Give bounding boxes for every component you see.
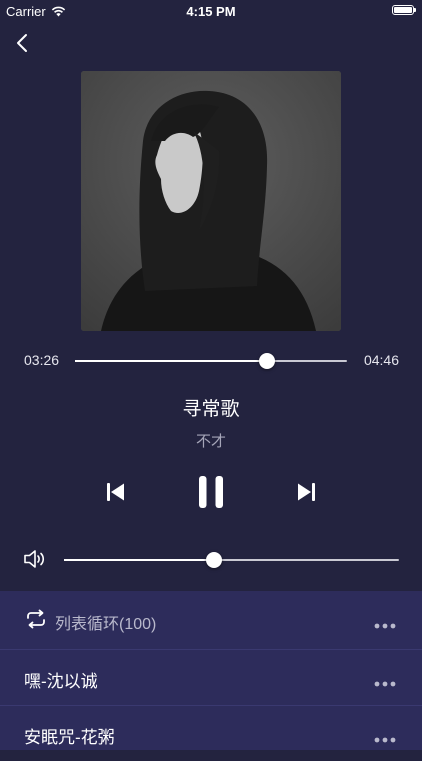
volume-fill [64,559,215,561]
previous-button[interactable] [104,480,128,504]
play-mode-label: 列表循环(100) [55,616,157,633]
pause-icon [199,476,223,508]
chevron-left-icon [17,34,27,52]
current-time: 03:26 [24,352,60,368]
playlist-panel: 列表循环(100) 嘿-沈以诚 安眠咒-花粥 [0,591,422,750]
progress-row: 03:26 04:46 [0,349,422,373]
item-more-button[interactable] [374,730,396,743]
more-dots-icon [374,681,396,687]
song-artist: 不才 [195,433,226,450]
progress-slider[interactable] [75,353,347,369]
total-time: 04:46 [363,352,399,368]
previous-icon [107,483,124,501]
progress-knob[interactable] [259,353,276,369]
song-title: 寻常歌 [182,399,240,420]
playlist-more-button[interactable] [374,616,396,629]
back-button[interactable] [10,30,36,56]
item-more-button[interactable] [374,674,396,687]
more-dots-icon [374,737,396,743]
playlist-header: 列表循环(100) [0,591,422,649]
next-button[interactable] [294,480,318,504]
status-bar: Carrier 4:15 PM [0,0,422,22]
volume-button[interactable] [23,548,47,570]
playlist-item[interactable]: 安眠咒-花粥 [0,705,422,761]
volume-knob[interactable] [206,552,223,568]
more-dots-icon [374,623,396,629]
progress-fill [75,360,268,362]
volume-slider[interactable] [64,552,399,568]
repeat-icon [27,609,45,629]
playlist-item-name: 嘿-沈以诚 [24,672,98,691]
next-icon [298,483,315,501]
pause-button[interactable] [196,475,226,509]
battery-icon [392,5,416,15]
volume-row [0,546,422,572]
status-time: 4:15 PM [186,4,236,19]
album-cover [81,71,341,331]
play-mode-button[interactable] [25,609,47,629]
playlist-item[interactable]: 嘿-沈以诚 [0,649,422,705]
playlist-item-name: 安眠咒-花粥 [24,728,115,747]
album-cover-photo [81,71,341,331]
speaker-icon [24,550,45,568]
